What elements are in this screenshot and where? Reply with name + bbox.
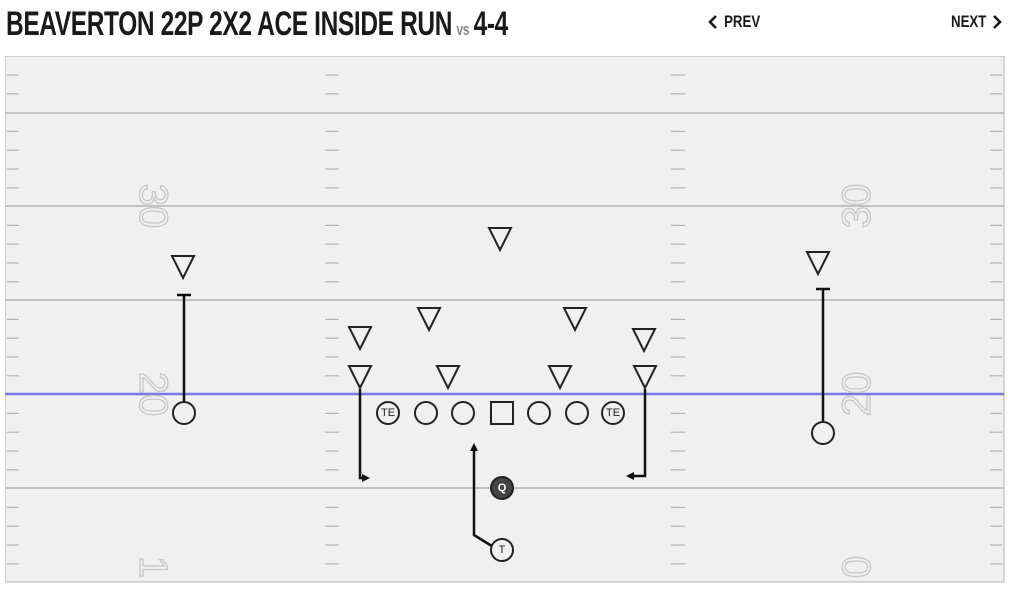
chevron-left-icon — [707, 14, 719, 30]
play-name: BEAVERTON 22P 2X2 ACE INSIDE RUN — [6, 5, 453, 43]
right-guard — [527, 401, 551, 425]
yard-number: 30 — [835, 184, 879, 229]
next-label: NEXT — [950, 12, 987, 31]
defense-name: 4-4 — [473, 5, 509, 43]
left-tackle — [414, 401, 438, 425]
next-button[interactable]: NEXT — [946, 8, 1003, 36]
prev-button[interactable]: PREV — [707, 8, 765, 36]
wide-receiver-right — [811, 421, 835, 445]
tailback-label: T — [499, 544, 506, 556]
yard-number: 1 — [131, 556, 175, 578]
yard-number: 20 — [131, 372, 175, 417]
tight-end-left-label: TE — [381, 407, 395, 419]
field-surface — [5, 56, 1005, 583]
vs-label: vs — [456, 20, 470, 39]
yard-number: 0 — [835, 556, 879, 578]
yard-number: 20 — [835, 372, 879, 417]
right-tackle — [565, 401, 589, 425]
wide-receiver-left — [172, 401, 196, 425]
play-title: BEAVERTON 22P 2X2 ACE INSIDE RUN vs 4-4 — [6, 2, 508, 46]
football-field: 30 20 1 30 20 0 TE TE Q T — [5, 56, 1005, 583]
left-guard — [451, 401, 475, 425]
yard-number: 30 — [131, 184, 175, 229]
quarterback-label: Q — [498, 482, 507, 494]
center — [490, 401, 514, 425]
prev-label: PREV — [724, 12, 761, 31]
chevron-right-icon — [991, 14, 1003, 30]
tight-end-right-label: TE — [606, 407, 620, 419]
